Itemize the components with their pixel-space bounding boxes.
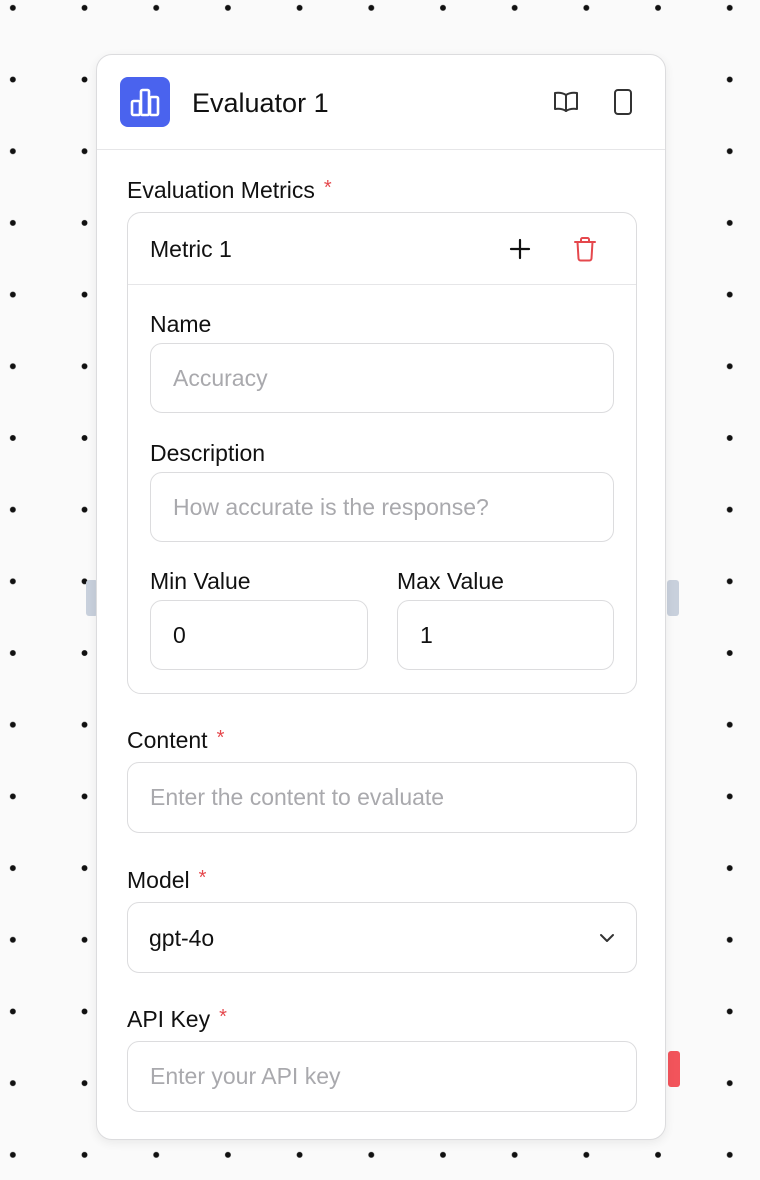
api-key-label: API Key * [127,1006,227,1032]
min-value-label: Min Value [150,568,251,594]
model-select[interactable]: gpt-4o [127,902,637,973]
phone-icon[interactable] [608,87,638,117]
min-value-input[interactable] [150,600,368,670]
metric-description-label: Description [150,440,266,466]
required-marker: * [216,727,225,749]
chevron-down-icon [600,934,614,942]
book-open-icon[interactable] [551,87,581,117]
content-input[interactable] [127,762,637,833]
node-title: Evaluator 1 [192,88,329,118]
metric-header: Metric 1 [128,213,636,285]
metric-description-input[interactable] [150,472,614,542]
trash-icon[interactable] [569,233,601,265]
metric-card: Metric 1 Name Description Min Value Max … [127,212,637,694]
node-header: Evaluator 1 [97,55,665,150]
required-marker: * [323,177,332,199]
api-key-input[interactable] [127,1041,637,1112]
max-value-label: Max Value [397,568,504,594]
metric-name-input[interactable] [150,343,614,413]
error-handle[interactable] [668,1051,680,1087]
evaluation-metrics-label: Evaluation Metrics * [127,177,332,203]
metric-name-label: Name [150,311,212,337]
content-label: Content * [127,727,225,753]
max-value-input[interactable] [397,600,614,670]
model-label: Model * [127,867,207,893]
model-selected-value: gpt-4o [149,925,215,951]
metric-title: Metric 1 [150,236,232,262]
required-marker: * [219,1006,227,1028]
plus-icon[interactable] [504,233,536,265]
connection-handle-right[interactable] [667,580,679,616]
evaluator-node-card[interactable]: Evaluator 1 Evaluation Metrics * Metric 1 [96,54,666,1140]
required-marker: * [198,867,207,889]
bar-chart-icon [120,77,170,127]
